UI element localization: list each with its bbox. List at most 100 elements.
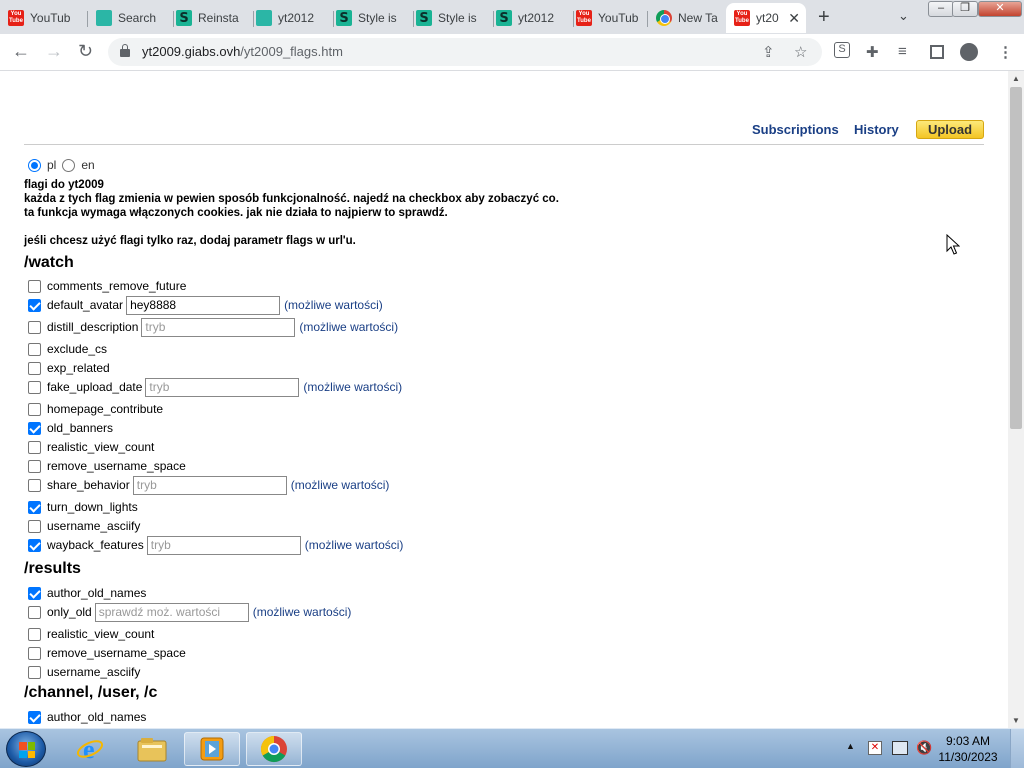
flag-checkbox[interactable] <box>28 320 41 334</box>
address-bar[interactable]: yt2009.giabs.ovh/yt2009_flags.htm ⇪ ☆ <box>108 38 822 66</box>
network-icon[interactable] <box>892 741 908 755</box>
flag-checkbox[interactable] <box>28 605 41 619</box>
browser-tab-active[interactable]: You Tube yt20 ✕ <box>726 3 806 33</box>
new-tab-button[interactable]: + <box>818 6 830 29</box>
browser-tab[interactable]: S Reinsta <box>176 3 254 33</box>
chrome-taskbar-button[interactable] <box>246 732 302 766</box>
lang-label-en: en <box>81 158 95 172</box>
section-title-watch: /watch <box>24 254 74 271</box>
start-button[interactable] <box>6 731 46 767</box>
flag-checkbox[interactable] <box>28 646 41 660</box>
flag-checkbox[interactable] <box>28 421 41 435</box>
flag-value-input[interactable] <box>126 295 281 315</box>
flag-checkbox[interactable] <box>28 519 41 533</box>
file-explorer-taskbar-button[interactable] <box>124 732 180 766</box>
youtube-icon: You Tube <box>8 10 24 26</box>
flag-checkbox[interactable] <box>28 459 41 473</box>
flag-label: wayback_features <box>47 538 144 552</box>
media-queue-icon[interactable]: ≡ <box>898 43 907 60</box>
side-panel-icon[interactable] <box>930 45 944 59</box>
possible-values-link[interactable]: (możliwe wartości) <box>253 605 352 619</box>
scrollbar-thumb[interactable] <box>1010 87 1022 429</box>
history-link[interactable]: History <box>854 122 899 137</box>
bookmark-star-icon[interactable]: ☆ <box>794 43 807 61</box>
maximize-button[interactable]: ❐ <box>952 1 978 17</box>
flag-value-input[interactable] <box>141 317 296 337</box>
scroll-down-icon[interactable]: ▼ <box>1012 716 1020 725</box>
tab-search-chevron-icon[interactable]: ⌄ <box>898 8 909 24</box>
windows-logo-icon <box>19 742 35 758</box>
forward-arrow-icon[interactable]: → <box>45 41 63 62</box>
url-text[interactable]: yt2009.giabs.ovh/yt2009_flags.htm <box>142 44 343 59</box>
possible-values-link[interactable]: (możliwe wartości) <box>284 298 383 312</box>
back-arrow-icon[interactable]: ← <box>12 41 30 62</box>
show-desktop-button[interactable] <box>1010 729 1024 768</box>
subscriptions-link[interactable]: Subscriptions <box>752 122 839 137</box>
close-window-button[interactable]: ✕ <box>978 1 1022 17</box>
flag-value-input[interactable] <box>145 377 300 397</box>
flag-row: author_old_names <box>28 708 146 726</box>
flag-checkbox[interactable] <box>28 342 41 356</box>
profile-avatar-icon[interactable] <box>960 43 978 61</box>
browser-tab[interactable]: S Style is <box>336 3 414 33</box>
possible-values-link[interactable]: (możliwe wartości) <box>291 478 390 492</box>
intro-title: flagi do yt2009 <box>24 179 104 191</box>
flag-checkbox[interactable] <box>28 478 41 492</box>
flag-checkbox[interactable] <box>28 402 41 416</box>
flag-checkbox[interactable] <box>28 279 41 293</box>
extensions-puzzle-icon[interactable]: ✚ <box>866 43 879 61</box>
stylish-extension-icon[interactable]: S <box>834 42 850 58</box>
flag-label: share_behavior <box>47 478 130 492</box>
media-player-taskbar-button[interactable] <box>184 732 240 766</box>
browser-tab[interactable]: yt2012 <box>256 3 334 33</box>
clock-time: 9:03 AM <box>945 734 991 748</box>
section-title-channel: /channel, /user, /c <box>24 684 158 701</box>
possible-values-link[interactable]: (możliwe wartości) <box>299 320 398 334</box>
browser-tab[interactable]: S yt2012 <box>496 3 574 33</box>
flag-row: realistic_view_count <box>28 625 154 643</box>
flag-checkbox[interactable] <box>28 627 41 641</box>
scroll-up-icon[interactable]: ▲ <box>1012 74 1020 83</box>
browser-tab[interactable]: New Ta <box>656 3 726 33</box>
tab-title: New Ta <box>678 11 718 25</box>
page-scrollbar[interactable]: ▲ ▼ <box>1008 71 1024 728</box>
flag-checkbox[interactable] <box>28 380 41 394</box>
browser-tab[interactable]: You Tube YouTub <box>576 3 648 33</box>
flag-checkbox[interactable] <box>28 586 41 600</box>
more-menu-icon[interactable]: ⋮ <box>998 43 1013 61</box>
flag-checkbox[interactable] <box>28 440 41 454</box>
flag-value-input[interactable] <box>146 535 301 555</box>
browser-tab[interactable]: You Tube YouTub <box>8 3 88 33</box>
flag-checkbox[interactable] <box>28 361 41 375</box>
minimize-button[interactable]: – <box>928 1 954 17</box>
flag-value-input[interactable] <box>94 602 249 622</box>
flag-row: fake_upload_date (możliwe wartości) <box>28 377 402 397</box>
flag-checkbox[interactable] <box>28 665 41 679</box>
reload-icon[interactable]: ↻ <box>78 41 93 62</box>
flag-row: only_old (możliwe wartości) <box>28 602 352 622</box>
flag-checkbox[interactable] <box>28 538 41 552</box>
lang-label-pl: pl <box>47 158 57 172</box>
flag-label: realistic_view_count <box>47 627 155 641</box>
possible-values-link[interactable]: (możliwe wartości) <box>305 538 404 552</box>
share-icon[interactable]: ⇪ <box>762 43 775 61</box>
flag-checkbox[interactable] <box>28 710 41 724</box>
flag-checkbox[interactable] <box>28 298 41 312</box>
close-tab-icon[interactable]: ✕ <box>788 10 800 27</box>
stylish-s-icon: S <box>336 10 352 26</box>
lang-radio-en[interactable] <box>62 158 76 172</box>
system-clock[interactable]: 9:03 AM 11/30/2023 <box>938 733 998 765</box>
action-center-flag-icon[interactable]: ✕ <box>868 741 882 755</box>
browser-tab[interactable]: S Style is <box>416 3 494 33</box>
flag-value-input[interactable] <box>132 475 287 495</box>
possible-values-link[interactable]: (możliwe wartości) <box>303 380 402 394</box>
tray-expand-icon[interactable]: ▲ <box>846 741 855 751</box>
volume-muted-icon[interactable]: 🔇 <box>916 740 932 756</box>
flag-label: only_old <box>47 605 92 619</box>
tab-title: YouTub <box>30 11 71 25</box>
internet-explorer-taskbar-button[interactable]: e <box>62 732 118 766</box>
browser-tab[interactable]: Search <box>96 3 174 33</box>
upload-button[interactable]: Upload <box>916 120 984 139</box>
lang-radio-pl[interactable] <box>28 158 41 172</box>
flag-checkbox[interactable] <box>28 500 41 514</box>
